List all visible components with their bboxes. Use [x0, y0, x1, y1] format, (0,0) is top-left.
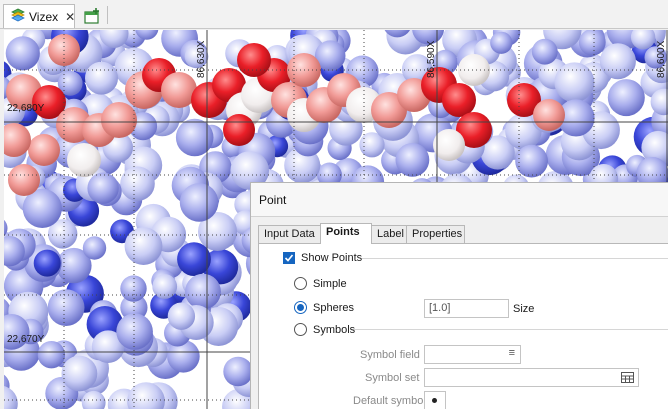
- panel-title: Point: [251, 183, 668, 217]
- group-divider: [351, 329, 668, 330]
- sphere: [531, 38, 558, 65]
- tab-label: Vizex: [29, 9, 59, 24]
- symbol-field-label: Symbol field: [360, 349, 420, 361]
- sphere: [442, 83, 476, 117]
- sphere: [33, 249, 61, 277]
- default-symbol-picker[interactable]: [424, 391, 446, 409]
- group-divider: [361, 258, 668, 259]
- spheres-label: Spheres: [313, 301, 354, 314]
- sphere: [87, 172, 119, 204]
- sphere: [185, 273, 221, 310]
- sphere: [47, 289, 85, 326]
- sphere-size-input[interactable]: [1.0]: [424, 299, 509, 318]
- coord-label-x: 86,630X: [196, 40, 207, 78]
- document-tab-strip: Vizex ✕: [0, 0, 668, 29]
- sphere: [177, 242, 211, 276]
- show-points-label: Show Points: [301, 252, 363, 264]
- sphere: [82, 236, 107, 260]
- coord-label-x: 86,590X: [426, 40, 437, 78]
- sphere: [85, 61, 118, 95]
- sphere: [179, 183, 219, 222]
- list-icon: ≡: [508, 347, 515, 359]
- default-symbol-label: Default symbol: [353, 395, 426, 407]
- sphere: [175, 118, 214, 157]
- sphere: [607, 79, 645, 117]
- sphere: [5, 36, 40, 71]
- radio-icon: [294, 323, 307, 336]
- tab-points[interactable]: Points: [320, 223, 372, 244]
- sphere: [101, 102, 137, 138]
- coord-label-x: 86,600X: [656, 40, 667, 78]
- sphere: [37, 341, 66, 369]
- table-icon[interactable]: [621, 372, 634, 386]
- dot-icon: [432, 398, 437, 403]
- symbol-set-input[interactable]: [424, 368, 639, 387]
- symbols-label: Symbols: [313, 323, 356, 336]
- tab-input-data[interactable]: Input Data: [258, 225, 321, 243]
- sphere: [61, 355, 98, 392]
- sphere: [223, 114, 255, 146]
- size-label: Size: [513, 303, 535, 315]
- radio-selected-icon: [294, 301, 307, 314]
- tab-label[interactable]: Label: [371, 225, 407, 243]
- points-tab-content: Show Points Simple Spheres [1.0] Size Sy…: [258, 243, 668, 409]
- sphere: [124, 227, 163, 265]
- point-panel: Point Input Data Points Label Properties…: [250, 182, 668, 409]
- sphere: [490, 31, 513, 54]
- new-window-icon[interactable]: [82, 6, 102, 26]
- sphere: [116, 313, 153, 350]
- sphere: [4, 386, 18, 409]
- sphere: [237, 43, 271, 77]
- tab-properties[interactable]: Properties: [406, 225, 465, 243]
- layers-icon: [11, 8, 25, 25]
- toolbar-separator: [107, 6, 108, 24]
- sphere: [8, 164, 40, 196]
- sphere: [28, 134, 60, 166]
- sphere: [167, 302, 196, 330]
- tab-vizex[interactable]: Vizex ✕: [3, 4, 75, 28]
- sphere: [533, 99, 565, 131]
- coord-label-y: 22,670Y: [7, 334, 45, 345]
- sphere: [433, 129, 465, 161]
- sphere: [120, 275, 147, 302]
- simple-radio[interactable]: Simple: [294, 277, 347, 290]
- sphere: [458, 54, 490, 86]
- coord-label-y: 22,680Y: [7, 103, 45, 114]
- sphere: [515, 144, 548, 178]
- sphere: [67, 143, 101, 177]
- sphere: [120, 166, 155, 201]
- sphere: [578, 30, 606, 56]
- sphere: [554, 62, 595, 103]
- close-icon[interactable]: ✕: [65, 10, 75, 24]
- checkbox-checked-icon: [283, 252, 295, 264]
- sphere: [4, 123, 31, 157]
- symbols-radio[interactable]: Symbols: [294, 323, 355, 336]
- radio-icon: [294, 277, 307, 290]
- sphere: [599, 43, 636, 80]
- symbol-field-input[interactable]: ≡: [424, 345, 521, 364]
- simple-label: Simple: [313, 277, 347, 290]
- show-points-checkbox[interactable]: Show Points: [283, 252, 362, 264]
- spheres-radio[interactable]: Spheres: [294, 301, 354, 314]
- symbol-set-label: Symbol set: [365, 372, 420, 384]
- sphere: [395, 143, 430, 177]
- sphere: [223, 356, 253, 387]
